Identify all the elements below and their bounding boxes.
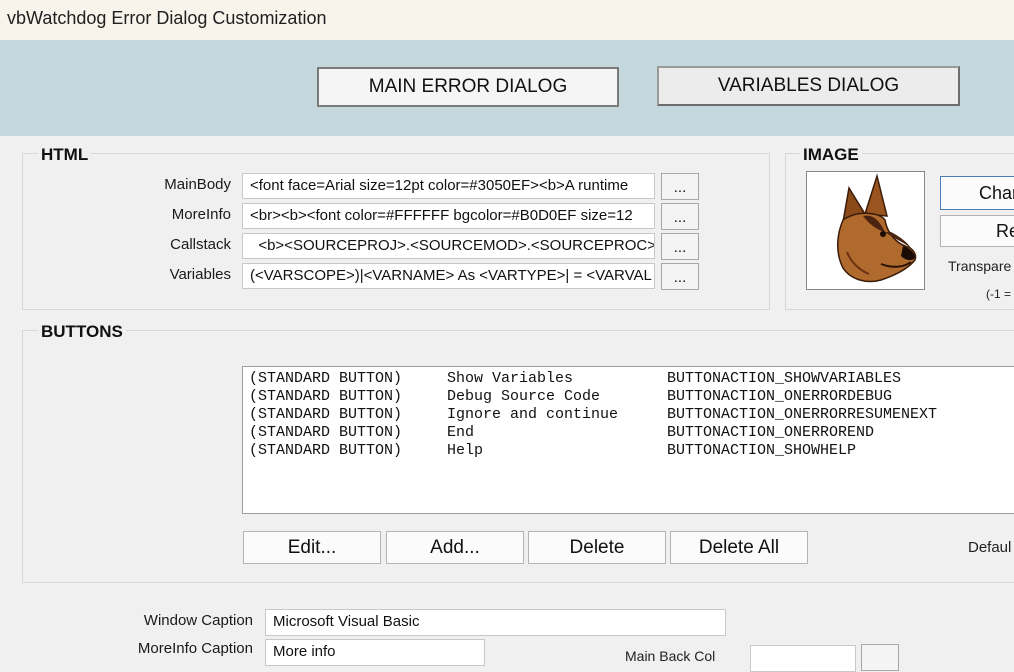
callstack-browse-button[interactable]: ... bbox=[661, 233, 699, 260]
buttons-group-title: BUTTONS bbox=[38, 322, 126, 342]
window-caption-label: Window Caption bbox=[143, 612, 253, 629]
delete-all-button[interactable]: Delete All bbox=[670, 531, 808, 564]
dog-head-icon bbox=[837, 173, 917, 283]
button-type: (STANDARD BUTTON) bbox=[249, 442, 403, 459]
reset-image-button[interactable]: Re bbox=[940, 215, 1014, 247]
list-item[interactable]: (STANDARD BUTTON) Debug Source Code BUTTON… bbox=[249, 388, 1014, 406]
moreinfo-browse-button[interactable]: ... bbox=[661, 203, 699, 230]
callstack-html-field[interactable]: <b><SOURCEPROJ>.<SOURCEMOD>.<SOURCEPROC> bbox=[242, 233, 655, 259]
transparent-label: Transpare bbox=[948, 258, 1012, 274]
button-caption: Ignore and continue bbox=[447, 406, 619, 423]
buttons-list[interactable]: (STANDARD BUTTON) Show Variables BUTTONACT… bbox=[242, 366, 1014, 514]
button-type: (STANDARD BUTTON) bbox=[249, 370, 403, 387]
edit-button[interactable]: Edit... bbox=[243, 531, 381, 564]
default-label: Defaul bbox=[968, 539, 1012, 556]
variables-html-field[interactable]: (<VARSCOPE>)|<VARNAME> As <VARTYPE>| = <… bbox=[242, 263, 655, 289]
html-group-title: HTML bbox=[38, 145, 92, 165]
button-caption: Debug Source Code bbox=[447, 388, 601, 405]
main-back-color-field[interactable] bbox=[750, 645, 856, 672]
button-type: (STANDARD BUTTON) bbox=[249, 406, 403, 423]
mainbody-browse-button[interactable]: ... bbox=[661, 173, 699, 200]
list-item[interactable]: (STANDARD BUTTON) End BUTTONACTION_ONERROR… bbox=[249, 424, 1014, 442]
window-caption-input[interactable]: Microsoft Visual Basic bbox=[265, 609, 726, 636]
change-image-button[interactable]: Chan bbox=[940, 176, 1014, 210]
button-action: BUTTONACTION_ONERROREND bbox=[667, 424, 875, 441]
image-group-title: IMAGE bbox=[800, 145, 862, 165]
variables-label: Variables bbox=[169, 266, 231, 283]
button-action: BUTTONACTION_SHOWHELP bbox=[667, 442, 857, 459]
variables-browse-button[interactable]: ... bbox=[661, 263, 699, 290]
moreinfo-html-field[interactable]: <br><b><font color=#FFFFFF bgcolor=#B0D0… bbox=[242, 203, 655, 229]
list-item[interactable]: (STANDARD BUTTON) Help BUTTONACTION_SHOWHE… bbox=[249, 442, 1014, 460]
add-button[interactable]: Add... bbox=[386, 531, 524, 564]
moreinfo-caption-label: MoreInfo Caption bbox=[137, 640, 253, 657]
button-action: BUTTONACTION_ONERRORRESUMENEXT bbox=[667, 406, 938, 423]
list-item[interactable]: (STANDARD BUTTON) Show Variables BUTTONACT… bbox=[249, 370, 1014, 388]
button-caption: End bbox=[447, 424, 475, 441]
button-action: BUTTONACTION_SHOWVARIABLES bbox=[667, 370, 902, 387]
mainbody-label: MainBody bbox=[164, 176, 231, 193]
callstack-label: Callstack bbox=[170, 236, 231, 253]
list-item[interactable]: (STANDARD BUTTON) Ignore and continue BUTT… bbox=[249, 406, 1014, 424]
button-type: (STANDARD BUTTON) bbox=[249, 388, 403, 405]
mainbody-html-field[interactable]: <font face=Arial size=12pt color=#3050EF… bbox=[242, 173, 655, 199]
delete-button[interactable]: Delete bbox=[528, 531, 666, 564]
main-back-color-label: Main Back Col bbox=[625, 648, 716, 664]
button-type: (STANDARD BUTTON) bbox=[249, 424, 403, 441]
dialog-image-preview[interactable] bbox=[806, 171, 925, 290]
button-caption: Help bbox=[447, 442, 484, 459]
button-action: BUTTONACTION_ONERRORDEBUG bbox=[667, 388, 893, 405]
button-caption: Show Variables bbox=[447, 370, 574, 387]
transparent-hint: (-1 = bbox=[986, 287, 1012, 301]
moreinfo-label: MoreInfo bbox=[171, 206, 231, 223]
tab-main-error-dialog[interactable]: MAIN ERROR DIALOG bbox=[317, 67, 619, 107]
main-back-color-button[interactable] bbox=[861, 644, 899, 671]
window-title: vbWatchdog Error Dialog Customization bbox=[7, 8, 327, 28]
moreinfo-caption-input[interactable]: More info bbox=[265, 639, 485, 666]
tab-variables-dialog[interactable]: VARIABLES DIALOG bbox=[657, 66, 960, 106]
